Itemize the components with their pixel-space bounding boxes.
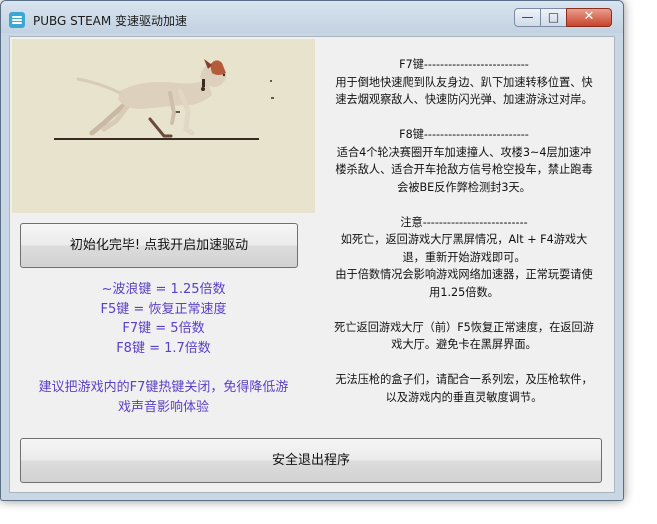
hotkey-tilde: ~波浪键 = 1.25倍数 [101, 282, 226, 297]
app-icon [9, 12, 25, 28]
info-line: 由于倍数情况会影响游戏网络加速器，正常玩耍请使 [335, 268, 593, 281]
minimize-button[interactable]: — [514, 8, 541, 27]
info-line: 适合4个轮决赛圈开车加速撞人、攻楼3~4层加速冲 [336, 145, 592, 159]
info-line: 戏大厅。避免卡在黑屏界面。 [391, 338, 537, 351]
dog-tail [76, 77, 122, 95]
maximize-icon: □ [547, 10, 560, 24]
info-line: 用于倒地快速爬到队友身边、趴下加速转移位置、快 [335, 75, 593, 89]
exit-program-button[interactable]: 安全退出程序 [20, 438, 602, 483]
info-line: 楼杀敌人、适合开车抢敌方信号枪空投车，禁止跑毒 [335, 163, 593, 176]
info-line: 退，重新开始游戏即可。 [402, 250, 526, 264]
info-line [316, 301, 612, 319]
dog-drawing [54, 59, 274, 140]
running-dog-illustration [12, 39, 315, 213]
hotkey-f5: F5键 = 恢复正常速度 [100, 301, 227, 317]
info-line [316, 354, 612, 372]
start-acceleration-button[interactable]: 初始化完毕! 点我开启加速驱动 [20, 223, 298, 268]
close-button[interactable]: ✕ [566, 8, 612, 27]
maximize-button[interactable]: □ [540, 8, 567, 27]
close-icon: ✕ [583, 9, 595, 24]
info-line: F8键-------------------------- [399, 128, 529, 141]
instructions-panel: F7键-------------------------- 用于倒地快速爬到队友… [316, 56, 612, 406]
info-line: 以及游戏内的垂直灵敏度调节。 [385, 390, 543, 404]
minimize-icon: — [521, 10, 534, 24]
app-window: PUBG STEAM 变速驱动加速 — □ ✕ 初始化完毕! 点我开启加速驱动 … [0, 0, 624, 501]
advice-text: 建议把游戏内的F7键热键关闭，免得降低游 戏声音影响体验 [38, 380, 289, 415]
info-line: 死亡返回游戏大厅（前）F5恢复正常速度，在返回游 [334, 320, 594, 334]
info-line: 如死亡，返回游戏大厅黑屏情况，Alt + F4游戏大 [340, 233, 588, 246]
window-title: PUBG STEAM 变速驱动加速 [33, 14, 188, 28]
info-line: 用1.25倍数。 [429, 285, 499, 299]
client-area: 初始化完毕! 点我开启加速驱动 ~波浪键 = 1.25倍数 F5键 = 恢复正常… [9, 36, 615, 493]
info-line [316, 196, 612, 214]
info-line: F7键-------------------------- [399, 58, 529, 71]
dog-body [118, 79, 212, 109]
info-line: 会被BE反作弊检测封3天。 [397, 180, 531, 194]
info-line: 速去烟观察敌人、快速防闪光弹、加速游泳过对岸。 [335, 93, 593, 106]
title-bar[interactable]: PUBG STEAM 变速驱动加速 — □ ✕ [1, 1, 623, 33]
hotkey-list: ~波浪键 = 1.25倍数 F5键 = 恢复正常速度 F7键 = 5倍数 F8键… [12, 280, 315, 358]
dog-collar [202, 79, 205, 87]
hotkey-f8: F8键 = 1.7倍数 [116, 340, 211, 356]
info-line: 无法压枪的盒子们，请配合一系列宏，及压枪软件， [335, 373, 593, 386]
info-line: 注意-------------------------- [400, 215, 528, 229]
hotkey-f7: F7键 = 5倍数 [122, 321, 205, 336]
info-line [316, 109, 612, 127]
